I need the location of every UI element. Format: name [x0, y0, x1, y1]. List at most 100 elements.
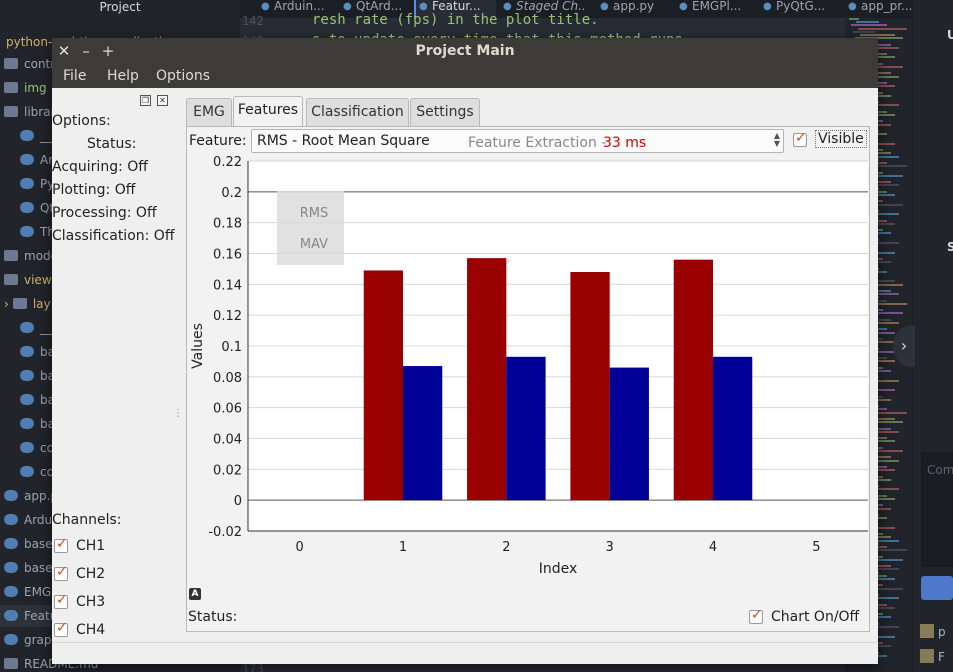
- feature-select-value: RMS - Root Mean Square: [257, 133, 430, 149]
- menu-options[interactable]: Options: [156, 64, 210, 88]
- python-file-icon: [20, 370, 34, 381]
- minimap-line: [851, 24, 887, 27]
- autoscale-button[interactable]: A: [189, 588, 201, 600]
- checkbox-checked[interactable]: [749, 607, 763, 624]
- tree-file[interactable]: ba: [20, 413, 55, 435]
- float-icon[interactable]: ❐: [140, 95, 151, 106]
- ide-tab[interactable]: app_pr...: [845, 0, 912, 18]
- menu-help[interactable]: Help: [107, 64, 139, 88]
- minimap-line: [853, 30, 875, 33]
- y-tick-label: 0.02: [213, 463, 242, 478]
- commit-row[interactable]: p: [920, 624, 946, 639]
- channel-label: CH3: [76, 594, 106, 610]
- y-tick-label: 0.2: [221, 186, 242, 201]
- bar-rms: [570, 272, 610, 501]
- ide-tab[interactable]: app.py: [597, 0, 665, 18]
- checkbox-checked[interactable]: [54, 564, 68, 581]
- python-file-icon: [20, 202, 34, 213]
- y-tick-label: 0.08: [213, 371, 242, 386]
- y-tick-label: -0.02: [208, 525, 242, 540]
- y-tick-label: 0.22: [213, 155, 242, 170]
- bar-mav: [506, 356, 546, 501]
- bar-rms: [363, 270, 403, 501]
- visible-checkbox[interactable]: Visible: [793, 130, 868, 151]
- spin-arrows-icon[interactable]: ▲ ▼: [774, 132, 780, 148]
- tree-file[interactable]: ba: [20, 365, 55, 387]
- folder-icon: [4, 58, 18, 69]
- feature-bar-chart[interactable]: -0.02 0 0.02 0.04 0.06 0.08 0.1 0.12 0.14 0.16 0.1…: [187, 135, 869, 577]
- tree-folder[interactable]: librar: [4, 101, 56, 123]
- ide-tab[interactable]: EMGPl...: [676, 0, 756, 18]
- minimap-line: [849, 18, 859, 20]
- ide-tab[interactable]: PyQtG...: [760, 0, 840, 18]
- status-bar: [52, 642, 878, 664]
- tree-file[interactable]: base_: [4, 533, 59, 555]
- tree-folder[interactable]: views: [4, 269, 58, 291]
- folder-icon: [12, 298, 27, 309]
- python-file-icon: [20, 466, 34, 477]
- commit-message-input[interactable]: Com: [921, 452, 953, 567]
- tree-file[interactable]: co: [20, 437, 54, 459]
- python-file-icon: [20, 178, 34, 189]
- x-tick-label: 2: [502, 540, 510, 555]
- python-file-icon: [4, 514, 18, 525]
- checkbox-checked[interactable]: [793, 130, 807, 147]
- minimap-line: [860, 34, 895, 36]
- commit-row[interactable]: F: [920, 649, 945, 664]
- tree-file[interactable]: ba: [20, 341, 55, 363]
- tab-settings[interactable]: Settings: [410, 98, 480, 126]
- minimap-line: [858, 27, 907, 30]
- tree-file[interactable]: Qt: [20, 197, 54, 219]
- tree-file[interactable]: app.p: [4, 485, 58, 507]
- legend-item: MAV: [300, 237, 328, 252]
- close-icon[interactable]: ✕: [157, 95, 168, 106]
- tab-features[interactable]: Features: [233, 96, 303, 127]
- code-line: resh rate (fps) in the plot title.: [312, 12, 599, 28]
- x-tick-label: 1: [399, 540, 407, 555]
- tree-file[interactable]: Ardu: [4, 509, 52, 531]
- tree-file[interactable]: graph: [4, 629, 59, 651]
- status-heading: Status:: [87, 136, 137, 152]
- status-plotting: Plotting: Off: [52, 182, 136, 198]
- tree-file[interactable]: ba: [20, 389, 55, 411]
- tab-emg[interactable]: EMG: [186, 98, 232, 126]
- menu-file[interactable]: File: [63, 64, 86, 88]
- python-file-icon: [4, 538, 18, 549]
- y-tick-label: 0.04: [213, 433, 242, 448]
- checkbox-checked[interactable]: [54, 536, 68, 553]
- tree-file[interactable]: base_: [4, 557, 59, 579]
- tree-folder[interactable]: mode: [4, 245, 58, 267]
- tree-file[interactable]: Th: [20, 221, 55, 243]
- python-file-icon: [20, 154, 34, 165]
- python-file-icon: [20, 322, 34, 333]
- tree-file[interactable]: __: [20, 125, 52, 147]
- tree-folder[interactable]: contr: [4, 53, 55, 75]
- status-classification: Classification: Off: [52, 228, 175, 244]
- splitter-handle[interactable]: ⋮: [173, 408, 183, 419]
- tree-file[interactable]: __: [20, 317, 52, 339]
- tree-folder[interactable]: › lay: [4, 293, 51, 315]
- commit-button[interactable]: [921, 576, 953, 600]
- features-tab-pane: Feature: RMS - Root Mean Square ▲▼ Visib…: [186, 126, 870, 632]
- chart-toggle-checkbox[interactable]: Chart On/Off: [749, 607, 869, 627]
- minimap-line: [856, 21, 879, 24]
- project-panel-title: Project: [0, 0, 240, 18]
- tree-file[interactable]: EMGF: [4, 581, 58, 603]
- x-tick-label: 5: [812, 540, 820, 555]
- y-tick-label: 0: [234, 494, 242, 509]
- folder-icon: [4, 106, 18, 117]
- tab-classification[interactable]: Classification: [306, 98, 409, 126]
- title-bar[interactable]: ✕ – + Project Main: [52, 38, 878, 64]
- tree-file[interactable]: Py: [20, 173, 54, 195]
- y-tick-label: 0.1: [221, 340, 242, 355]
- y-tick-label: 0.06: [213, 402, 242, 417]
- channel-label: CH4: [76, 622, 106, 638]
- checkbox-checked[interactable]: [54, 620, 68, 637]
- tree-folder[interactable]: img: [4, 77, 47, 99]
- python-file-icon: [4, 610, 18, 621]
- checkbox-checked[interactable]: [54, 592, 68, 609]
- chart-title-value: 33 ms: [603, 135, 646, 151]
- chevron-right-icon: ›: [4, 297, 9, 311]
- tree-file[interactable]: Ar: [20, 149, 53, 171]
- tree-file[interactable]: co: [20, 461, 54, 483]
